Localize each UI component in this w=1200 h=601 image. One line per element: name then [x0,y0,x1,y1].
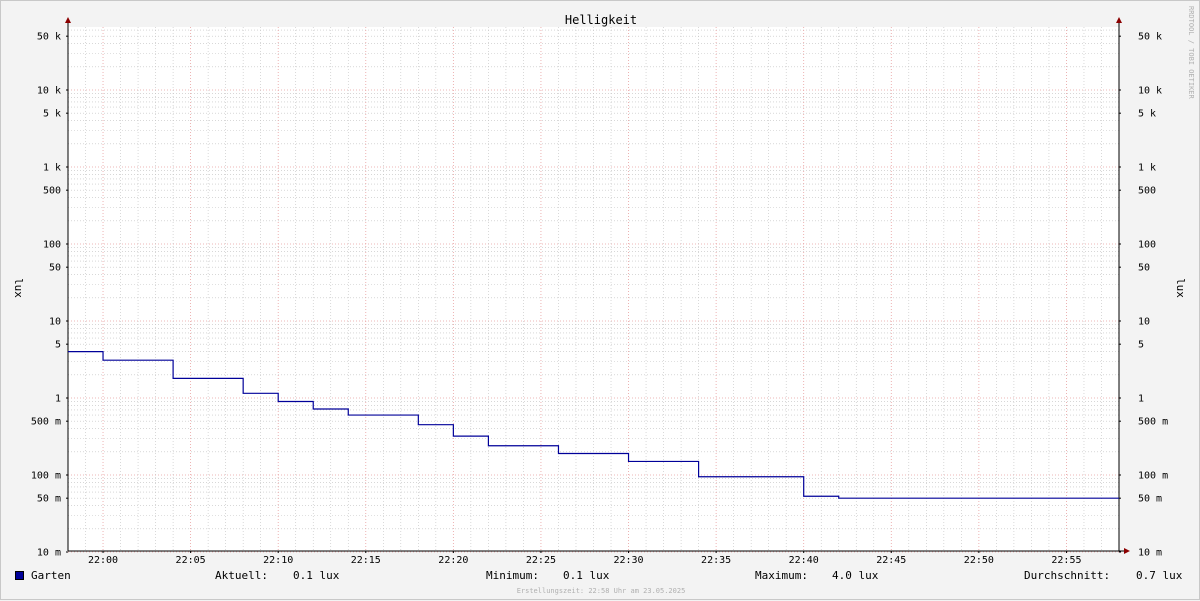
y-tick-label-left: 50 [49,263,61,274]
x-tick-label: 22:00 [88,555,118,566]
x-tick-label: 22:35 [701,555,731,566]
graph-frame: 50 k 50 k 10 k 10 k5 k5 k1 k1 k 500 500 100 100… [0,0,1200,600]
x-tick-label: 22:25 [526,555,556,566]
x-tick-label: 22:50 [964,555,994,566]
y-tick-label-left: 500 m [31,417,61,428]
y-tick-label-right: 500 [1138,186,1156,197]
stat-aktuell-label: Aktuell: [215,569,268,582]
x-tick-label: 22:45 [876,555,906,566]
x-tick-label: 22:40 [789,555,819,566]
y-axis-label-right: lux [1174,278,1187,298]
x-tick-label: 22:55 [1051,555,1081,566]
stat-minimum-label: Minimum: [486,569,539,582]
y-tick-label-left: 1 k [43,163,61,174]
legend-series-name: Garten [31,569,71,582]
x-tick-label: 22:05 [176,555,206,566]
y-tick-label-left: 500 [43,186,61,197]
stat-durchschnitt-label: Durchschnitt: [1024,569,1111,582]
x-axis-arrow [1124,548,1130,554]
stat-durchschnitt-value: 0.7 lux [1136,569,1183,582]
y-tick-label-right: 50 k [1138,32,1162,43]
y-tick-label-right: 5 [1138,340,1144,351]
y-tick-label-left: 10 k [37,86,61,97]
y-tick-label-right: 100 [1138,240,1156,251]
y-axis-label-left: lux [12,278,25,298]
chart-title: Helligkeit [565,13,637,27]
y-tick-label-right: 1 k [1138,163,1156,174]
y-tick-label-left: 5 k [43,109,61,120]
y-tick-label-right: 10 k [1138,86,1162,97]
watermark: RRDTOOL / TOBI OETIKER [1187,6,1195,100]
y-tick-label-right: 5 k [1138,109,1156,120]
y-tick-label-left: 1 [55,394,61,405]
legend-swatch-garten [15,571,24,580]
y-tick-label-left: 10 m [37,548,61,559]
y-tick-label-left: 100 [43,240,61,251]
stat-maximum-value: 4.0 lux [832,569,879,582]
y-tick-label-right: 100 m [1138,471,1168,482]
y-tick-label-left: 100 m [31,471,61,482]
y-tick-label-right: 10 [1138,317,1150,328]
stat-aktuell-value: 0.1 lux [293,569,340,582]
creation-time: Erstellungszeit: 22:58 Uhr am 23.05.2025 [517,587,686,595]
y-tick-label-left: 50 m [37,494,61,505]
y-tick-label-right: 50 m [1138,494,1162,505]
x-tick-label: 22:10 [263,555,293,566]
y-tick-label-right: 500 m [1138,417,1168,428]
legend: Garten Aktuell: 0.1 lux Minimum: 0.1 lux… [1,567,1200,585]
y-tick-label-left: 5 [55,340,61,351]
brightness-chart: 50 k 50 k10 k 10 k5 k5 k1 k1 k500 500100 100… [12,6,1195,595]
y-tick-label-right: 50 [1138,263,1150,274]
y-tick-label-left: 50 k [37,32,61,43]
y-tick-label-right: 1 [1138,394,1144,405]
stat-maximum-label: Maximum: [755,569,808,582]
y-axis-arrow-right [1116,17,1122,23]
y-axis-arrow-left [65,17,71,23]
y-tick-label-left: 10 [49,317,61,328]
x-tick-label: 22:20 [438,555,468,566]
x-tick-label: 22:30 [613,555,643,566]
x-tick-label: 22:15 [351,555,381,566]
stat-minimum-value: 0.1 lux [563,569,610,582]
y-tick-label-right: 10 m [1138,548,1162,559]
